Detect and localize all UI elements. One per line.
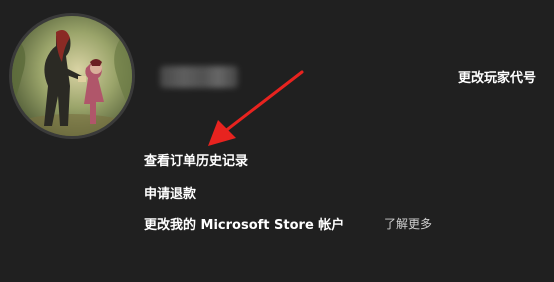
- avatar[interactable]: [9, 13, 135, 139]
- gamertag-blurred: [160, 66, 238, 88]
- request-refund-link[interactable]: 申请退款: [144, 183, 196, 202]
- change-gamertag-link[interactable]: 更改玩家代号: [458, 67, 536, 86]
- order-history-link[interactable]: 查看订单历史记录: [144, 150, 248, 169]
- change-store-account-link[interactable]: 更改我的 Microsoft Store 帐户: [144, 214, 344, 233]
- avatar-image: [12, 16, 132, 136]
- learn-more-link[interactable]: 了解更多: [384, 215, 432, 232]
